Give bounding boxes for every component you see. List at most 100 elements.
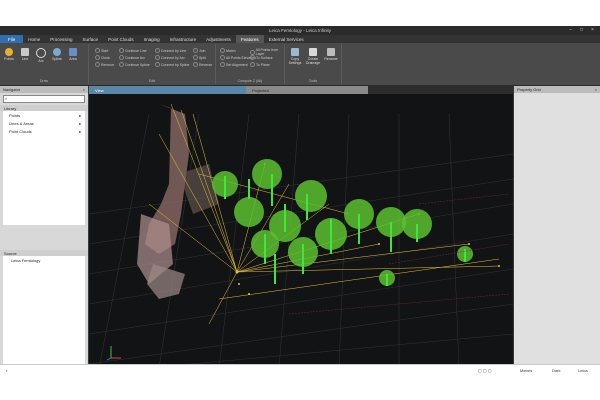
continue-line-tool[interactable]: Continue Line (119, 48, 147, 53)
create-drainage-tool[interactable]: Create Drainage (305, 48, 321, 65)
spline-tool[interactable]: Spline (51, 48, 63, 61)
3d-viewport[interactable] (88, 94, 514, 369)
connect-arc-icon (155, 55, 160, 60)
status-bar: ▪ ▢ ▢ ▢ Metres Dark Leica (0, 364, 600, 377)
reverse-icon (193, 62, 198, 67)
visibility-eye-icon[interactable]: ● (79, 113, 81, 118)
menu-adjustments[interactable]: Adjustments (201, 35, 236, 43)
tab-projected[interactable]: Projected (246, 86, 368, 94)
visibility-eye-icon[interactable]: ● (79, 121, 81, 126)
ribbon-group-edit: Start Close Remove Continue Line Continu… (89, 44, 216, 84)
title-bar: Leica Femtology - Leica Infinity – □ × (0, 26, 600, 35)
continue-arc-icon (119, 55, 124, 60)
connect-line-icon (155, 48, 160, 53)
area-tool[interactable]: Area (67, 48, 79, 61)
join-icon (193, 48, 198, 53)
rename-icon (327, 48, 335, 56)
menu-surface[interactable]: Surface (78, 35, 104, 43)
arc-tool[interactable]: Arc (35, 48, 47, 63)
menu-processing[interactable]: Processing (45, 35, 77, 43)
connect-spline-icon (155, 62, 160, 67)
to-surface-tool[interactable]: To Surface (250, 55, 273, 60)
menu-file[interactable]: File (0, 35, 24, 43)
to-plane-tool[interactable]: To Plane (250, 62, 270, 67)
maximize-icon[interactable]: □ (578, 27, 585, 33)
menu-bar: File Home Processing Surface Point Cloud… (0, 35, 600, 43)
match-icon (220, 48, 225, 53)
connect-arc-tool[interactable]: Connect by Arc (155, 55, 185, 60)
view-tabs: View Projected (89, 86, 513, 94)
surface-icon (250, 55, 255, 60)
continue-spline-tool[interactable]: Continue Spline (119, 62, 150, 67)
menu-features[interactable]: Features (235, 35, 264, 43)
set-alignment-tool[interactable]: Set Alignment (220, 62, 248, 67)
menu-imaging[interactable]: Imaging (139, 35, 165, 43)
minimize-icon[interactable]: – (567, 27, 574, 33)
navigator-header: Navigator × (0, 86, 88, 93)
split-tool[interactable]: Split (193, 55, 206, 60)
alignment-icon (220, 62, 225, 67)
line-tool[interactable]: Line (19, 48, 31, 61)
tab-view[interactable]: View (89, 86, 246, 94)
point-cloud-scene (88, 103, 514, 369)
arc-icon (36, 48, 46, 58)
menu-point-clouds[interactable]: Point Clouds (103, 35, 139, 43)
ribbon-group-draw: Points Line Arc Spline Area Draw (0, 44, 89, 84)
theme-selector[interactable]: Dark (552, 368, 560, 373)
match-tool[interactable]: Match (220, 48, 236, 53)
continue-spline-icon (119, 62, 124, 67)
join-tool[interactable]: Join (193, 48, 205, 53)
property-grid-close-icon[interactable]: × (595, 87, 597, 92)
units-selector[interactable]: Metres (520, 368, 532, 373)
rename-tool[interactable]: Rename (323, 48, 339, 61)
property-grid-header: Property Grid × (514, 86, 600, 93)
source-item[interactable]: Leica Femtology (3, 256, 85, 264)
remove-icon (95, 62, 100, 67)
spline-icon (53, 48, 61, 56)
connect-spline-tool[interactable]: Connect by Spline (155, 62, 189, 67)
points-tool[interactable]: Points (3, 48, 15, 61)
close-icon[interactable]: × (589, 27, 596, 33)
brand-selector[interactable]: Leica (578, 368, 588, 373)
ribbon-group-tools: Copy Settings Create Drainage Rename Too… (285, 44, 342, 84)
plane-icon (250, 62, 255, 67)
connect-line-tool[interactable]: Connect by Line (155, 48, 186, 53)
copy-settings-icon (291, 48, 299, 56)
continue-arc-tool[interactable]: Continue Arc (119, 55, 145, 60)
visibility-eye-icon[interactable]: ● (79, 129, 81, 134)
points-icon (5, 48, 13, 56)
library-list: Points ● Lines & Areas ● Point Clouds ● (3, 111, 85, 225)
axis-gizmo (106, 346, 121, 361)
area-icon (69, 48, 77, 56)
menu-home[interactable]: Home (23, 35, 45, 43)
property-grid-title: Property Grid (517, 87, 541, 92)
navigator-close-icon[interactable]: × (83, 87, 85, 92)
library-item-lines-areas[interactable]: Lines & Areas ● (3, 119, 85, 127)
app-icon: ▪ (6, 368, 8, 373)
remove-tool[interactable]: Remove (95, 62, 114, 67)
copy-settings-tool[interactable]: Copy Settings (287, 48, 303, 65)
source-section: Source Leica Femtology (0, 248, 88, 364)
start-icon (95, 48, 100, 53)
tools-group-label: Tools (308, 79, 318, 83)
navigator-search-input[interactable]: ⌕ (3, 95, 85, 103)
ribbon: Points Line Arc Spline Area Draw Start C… (0, 43, 600, 86)
application-window: Leica Femtology - Leica Infinity – □ × F… (0, 26, 600, 376)
navigator-title: Navigator (3, 87, 21, 92)
compute-z-group-label: Compute Z (Alt) (237, 79, 263, 83)
draw-group-label: Draw (39, 79, 49, 83)
property-grid-panel: Property Grid × (514, 86, 600, 376)
continue-line-icon (119, 48, 124, 53)
start-tool[interactable]: Start (95, 48, 108, 53)
library-item-point-clouds[interactable]: Point Clouds ● (3, 127, 85, 135)
line-icon (21, 48, 29, 56)
reverse-tool[interactable]: Reverse (193, 62, 212, 67)
menu-infrastructure[interactable]: Infrastructure (165, 35, 202, 43)
window-title: Leica Femtology - Leica Infinity (268, 28, 332, 33)
status-icons[interactable]: ▢ ▢ ▢ (478, 368, 492, 373)
close-tool[interactable]: Close (95, 55, 110, 60)
ribbon-group-compute-z: Match All Points Elevation Set Alignment… (216, 44, 285, 84)
menu-external-services[interactable]: External Services (264, 35, 309, 43)
layer-icon (250, 49, 255, 55)
library-item-points[interactable]: Points ● (3, 111, 85, 119)
